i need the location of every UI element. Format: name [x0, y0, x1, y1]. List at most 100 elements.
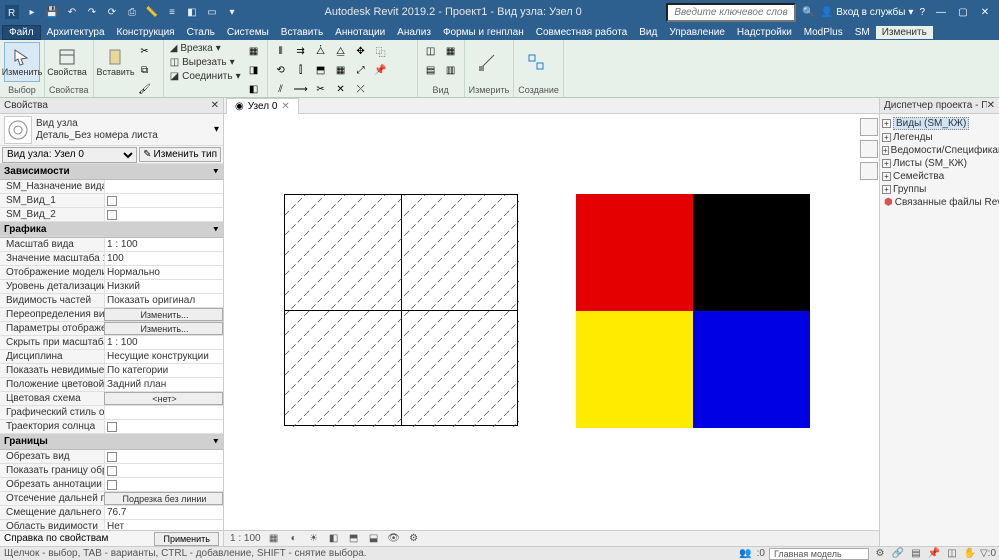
delete-icon[interactable]: ✕ [332, 80, 350, 98]
tab-manage[interactable]: Управление [663, 26, 731, 39]
maximize-button[interactable]: ▢ [953, 4, 973, 20]
close-hidden-icon[interactable]: ◧ [184, 4, 200, 20]
design-options-icon[interactable]: ⚙ [873, 548, 887, 560]
vis-overrides-button[interactable]: Изменить... [104, 308, 223, 321]
view-scale[interactable]: 1 : 100 [230, 533, 261, 544]
val-scope-box[interactable]: Нет [104, 520, 223, 530]
switch-window-icon[interactable]: ▭ [204, 4, 220, 20]
view-tab-close-icon[interactable]: ✕ [281, 101, 289, 112]
tab-massing[interactable]: Формы и генплан [437, 26, 530, 39]
filter-icon[interactable]: ▽:0 [981, 548, 995, 560]
val-colorscheme[interactable]: <нет> [104, 392, 223, 405]
close-button[interactable]: ✕ [975, 4, 995, 20]
tab-analyze[interactable]: Анализ [391, 26, 437, 39]
signin-button[interactable]: 👤Вход в службы▾ [821, 7, 914, 18]
workset-icon[interactable]: 👥 [739, 548, 753, 560]
val-annot-crop[interactable] [104, 478, 223, 491]
val-parts-vis[interactable]: Показать оригинал [104, 294, 223, 307]
graphic-display-button[interactable]: Изменить... [104, 322, 223, 335]
align-icon[interactable]: ⫴ [272, 42, 290, 60]
help-icon[interactable]: ? [919, 7, 925, 18]
val-scale-value[interactable]: 100 [104, 252, 223, 265]
undo-icon[interactable]: ↶ [64, 4, 80, 20]
val-scale[interactable]: 1 : 100 [104, 238, 223, 251]
geom-icon-2[interactable]: ◨ [245, 61, 263, 79]
tab-structure[interactable]: Конструкция [111, 26, 181, 39]
drawing-canvas[interactable] [224, 114, 879, 530]
cat-deps[interactable]: Зависимости⯆ [0, 164, 223, 180]
tab-annotate[interactable]: Аннотации [329, 26, 391, 39]
qat-more-icon[interactable]: ▾ [224, 4, 240, 20]
mirror-draw-icon[interactable]: ⧋ [332, 42, 350, 60]
val-crop-view[interactable] [104, 450, 223, 463]
val-discipline[interactable]: Несущие конструкции [104, 350, 223, 363]
val-sunpath[interactable] [104, 420, 223, 433]
properties-button[interactable]: Свойства [49, 42, 85, 82]
val-hidden-lines[interactable]: По категории [104, 364, 223, 377]
geom-icon-3[interactable]: ◧ [245, 80, 263, 98]
search-input[interactable] [666, 3, 796, 22]
geom-icon-1[interactable]: ▦ [245, 42, 263, 60]
val-sm-vid2[interactable] [104, 208, 223, 221]
val-detail-level[interactable]: Низкий [104, 280, 223, 293]
tab-collab[interactable]: Совместная работа [530, 26, 634, 39]
open-icon[interactable]: ▸ [24, 4, 40, 20]
array-icon[interactable]: ▦ [332, 61, 350, 79]
tab-sm[interactable]: SM [849, 26, 876, 39]
measure-icon[interactable]: 📏 [144, 4, 160, 20]
crop-region-icon[interactable]: ⬓ [367, 532, 381, 546]
tab-steel[interactable]: Сталь [181, 26, 221, 39]
cat-graphics[interactable]: Графика⯆ [0, 222, 223, 238]
val-colorscheme-loc[interactable]: Задний план [104, 378, 223, 391]
infocenter-search-icon[interactable]: 🔍 [802, 7, 814, 18]
measure-button[interactable] [469, 42, 505, 82]
select-face-icon[interactable]: ◫ [945, 548, 959, 560]
val-graphic-style[interactable] [104, 406, 223, 419]
tab-architecture[interactable]: Архитектура [41, 26, 111, 39]
extend-icon[interactable]: ⟶ [292, 80, 310, 98]
offset-icon[interactable]: ⇉ [292, 42, 310, 60]
hide-icon[interactable]: 👁 [387, 532, 401, 546]
cat-extents[interactable]: Границы⯆ [0, 434, 223, 450]
properties-help-link[interactable]: Справка по свойствам [4, 533, 108, 544]
view-ic3[interactable]: ▤ [422, 61, 440, 79]
modify-button[interactable]: Изменить [4, 42, 40, 82]
val-hide-scales[interactable]: 1 : 100 [104, 336, 223, 349]
instance-filter[interactable]: Вид узла: Узел 0 [2, 147, 137, 163]
val-sm-naznachenie[interactable] [104, 180, 223, 193]
view-ic2[interactable]: ▦ [442, 42, 460, 60]
split2-icon[interactable]: ✂ [312, 80, 330, 98]
create-button[interactable] [518, 42, 554, 82]
project-browser-close-icon[interactable]: ✕ [987, 100, 995, 111]
val-farclip[interactable]: Подрезка без линии [104, 492, 223, 505]
trim-icon[interactable]: ⫿ [292, 61, 310, 79]
reveal-icon[interactable]: ⚙ [407, 532, 421, 546]
revit-logo-icon[interactable]: R [4, 4, 20, 20]
tab-insert[interactable]: Вставить [275, 26, 329, 39]
match-icon[interactable]: 🖌 [136, 80, 154, 98]
paste-button[interactable]: Вставить [98, 42, 134, 82]
cut-icon[interactable]: ✂ [136, 42, 154, 60]
sun-path-icon[interactable]: ☀ [307, 532, 321, 546]
select-underlay-icon[interactable]: ▤ [909, 548, 923, 560]
sync-icon[interactable]: ⟳ [104, 4, 120, 20]
save-icon[interactable]: 💾 [44, 4, 60, 20]
print-icon[interactable]: ⎙ [124, 4, 140, 20]
nav-pan-icon[interactable] [860, 162, 878, 180]
shadows-icon[interactable]: ◧ [327, 532, 341, 546]
edit-type-button[interactable]: ✎Изменить тип [139, 147, 221, 162]
tab-addins[interactable]: Надстройки [731, 26, 798, 39]
pin-icon[interactable]: 📌 [372, 61, 390, 79]
split-icon[interactable]: ⬒ [312, 61, 330, 79]
project-tree[interactable]: +Виды (SM_КЖ) +Легенды +Ведомости/Специф… [880, 114, 999, 546]
active-workset[interactable]: Главная модель [769, 548, 869, 560]
nav-wheel-icon[interactable] [860, 140, 878, 158]
select-pinned-icon[interactable]: 📌 [927, 548, 941, 560]
tab-view[interactable]: Вид [633, 26, 663, 39]
view-tab-active[interactable]: ◉Узел 0✕ [226, 98, 299, 114]
visual-style-icon[interactable]: ◐ [287, 532, 301, 546]
nav-home-icon[interactable] [860, 118, 878, 136]
redo-icon[interactable]: ↷ [84, 4, 100, 20]
drag-elements-icon[interactable]: ✋ [963, 548, 977, 560]
properties-close-icon[interactable]: ✕ [211, 100, 219, 111]
